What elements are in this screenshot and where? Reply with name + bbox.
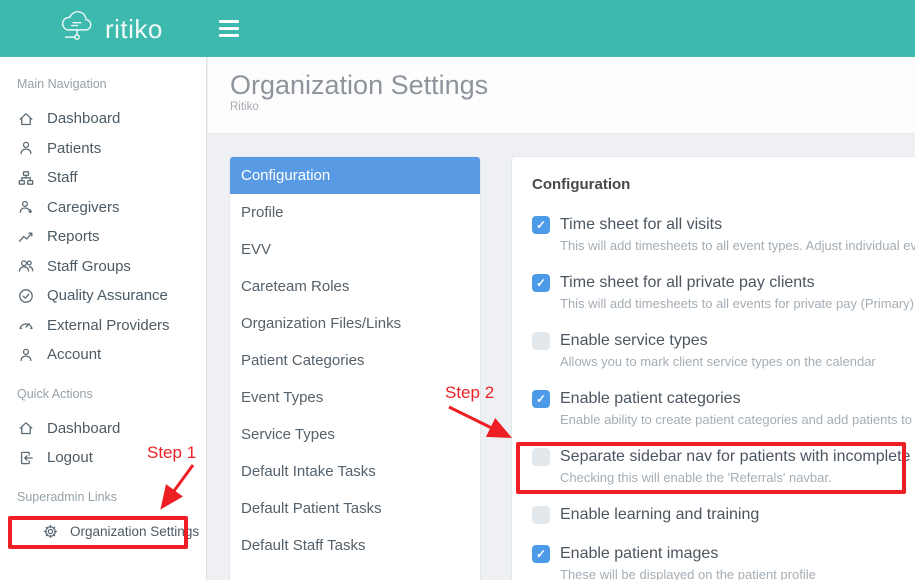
sidebar-item-label: Reports: [47, 228, 100, 245]
setting-label[interactable]: Enable patient categories: [560, 389, 741, 408]
sidebar-item-label: Patients: [47, 140, 101, 157]
setting-help-text: Allows you to mark client service types …: [560, 354, 915, 369]
checkbox[interactable]: [532, 274, 550, 292]
setting-help-text: These will be displayed on the patient p…: [560, 567, 915, 580]
sidebar-item-patients[interactable]: Patients: [0, 134, 206, 164]
sidebar: Main Navigation Dashboard Patients Staff: [0, 57, 207, 580]
settings-menu-item-service-types[interactable]: Service Types: [230, 416, 480, 453]
users-icon: [17, 258, 34, 275]
sidebar-item-label: Account: [47, 346, 101, 363]
setting-help-text: This will add timesheets to all events f…: [560, 296, 915, 311]
sitemap-icon: [17, 169, 34, 186]
settings-menu-item-evv[interactable]: EVV: [230, 231, 480, 268]
checkbox[interactable]: [532, 216, 550, 234]
logo[interactable]: ritiko: [56, 8, 163, 50]
configuration-panel-title: Configuration: [532, 175, 915, 195]
hamburger-icon[interactable]: [219, 20, 239, 37]
setting-row-enable-learning-training: Enable learning and training: [532, 505, 915, 524]
settings-menu-item-default-intake-tasks[interactable]: Default Intake Tasks: [230, 453, 480, 490]
setting-label[interactable]: Time sheet for all visits: [560, 215, 722, 234]
sidebar-item-label: External Providers: [47, 317, 170, 334]
content-area: Configuration Profile EVV Careteam Roles…: [208, 134, 915, 580]
logout-icon: [17, 449, 34, 466]
page-subtitle: Ritiko: [230, 101, 915, 113]
sidebar-section-label: Superadmin Links: [17, 490, 206, 504]
settings-menu-item-default-staff-tasks[interactable]: Default Staff Tasks: [230, 527, 480, 564]
sidebar-item-label: Caregivers: [47, 199, 120, 216]
user-icon: [17, 140, 34, 157]
sidebar-item-label: Organization Settings: [70, 524, 199, 539]
checkbox[interactable]: [532, 506, 550, 524]
settings-menu-item-profile[interactable]: Profile: [230, 194, 480, 231]
checkbox[interactable]: [532, 332, 550, 350]
sidebar-item-reports[interactable]: Reports: [0, 222, 206, 252]
sidebar-item-dashboard-quick[interactable]: Dashboard: [0, 414, 206, 444]
setting-help-text: This will add timesheets to all event ty…: [560, 238, 915, 253]
sidebar-section-label: Main Navigation: [17, 77, 206, 91]
settings-menu-item-organization-files-links[interactable]: Organization Files/Links: [230, 305, 480, 342]
app-window: ritiko Main Navigation Dashboard Patient…: [0, 0, 915, 580]
settings-menu-item-patient-categories[interactable]: Patient Categories: [230, 342, 480, 379]
setting-label[interactable]: Separate sidebar nav for patients with i…: [560, 447, 915, 466]
sidebar-item-label: Staff Groups: [47, 258, 131, 275]
configuration-panel: Configuration Time sheet for all visits …: [511, 156, 915, 580]
chart-line-icon: [17, 228, 34, 245]
sidebar-section-main-navigation: Main Navigation Dashboard Patients Staff: [0, 77, 206, 370]
setting-label[interactable]: Enable learning and training: [560, 505, 759, 524]
sidebar-item-label: Dashboard: [47, 110, 120, 127]
sidebar-section-quick-actions: Quick Actions Dashboard Logout: [0, 387, 206, 473]
page-title: Organization Settings: [230, 70, 915, 100]
setting-row-enable-service-types: Enable service types Allows you to mark …: [532, 331, 915, 369]
home-icon: [17, 110, 34, 127]
check-circle-icon: [17, 287, 34, 304]
settings-menu-item-default-patient-tasks[interactable]: Default Patient Tasks: [230, 490, 480, 527]
home-icon: [17, 420, 34, 437]
setting-label[interactable]: Time sheet for all private pay clients: [560, 273, 815, 292]
logo-text: ritiko: [105, 14, 163, 45]
setting-help-text: Enable ability to create patient categor…: [560, 412, 915, 427]
setting-row-separate-sidebar-nav: Separate sidebar nav for patients with i…: [532, 447, 915, 485]
sidebar-item-caregivers[interactable]: Caregivers: [0, 193, 206, 223]
setting-help-text: Checking this will enable the 'Referrals…: [560, 470, 915, 485]
page-header: Organization Settings Ritiko: [208, 57, 915, 134]
sidebar-item-quality-assurance[interactable]: Quality Assurance: [0, 281, 206, 311]
cloud-network-icon: [56, 7, 98, 52]
sidebar-item-label: Dashboard: [47, 420, 120, 437]
settings-menu: Configuration Profile EVV Careteam Roles…: [229, 156, 481, 580]
sidebar-item-label: Staff: [47, 169, 78, 186]
setting-label[interactable]: Enable service types: [560, 331, 708, 350]
user-arrow-icon: [17, 199, 34, 216]
sidebar-item-staff[interactable]: Staff: [0, 163, 206, 193]
setting-row-timesheet-private-pay: Time sheet for all private pay clients T…: [532, 273, 915, 311]
settings-menu-item-careteam-roles[interactable]: Careteam Roles: [230, 268, 480, 305]
user-icon: [17, 346, 34, 363]
setting-row-timesheet-all-visits: Time sheet for all visits This will add …: [532, 215, 915, 253]
settings-menu-item-event-types[interactable]: Event Types: [230, 379, 480, 416]
sidebar-item-label: Quality Assurance: [47, 287, 168, 304]
sidebar-item-label: Logout: [47, 449, 93, 466]
sidebar-item-external-providers[interactable]: External Providers: [0, 311, 206, 341]
checkbox[interactable]: [532, 448, 550, 466]
setting-label[interactable]: Enable patient images: [560, 544, 718, 563]
settings-menu-item-configuration[interactable]: Configuration: [230, 157, 480, 194]
sidebar-item-dashboard[interactable]: Dashboard: [0, 104, 206, 134]
sidebar-section-superadmin-links: Superadmin Links Organization Settings: [0, 490, 206, 547]
checkbox[interactable]: [532, 545, 550, 563]
gear-icon: [42, 523, 59, 540]
main-content: Organization Settings Ritiko Configurati…: [208, 57, 915, 580]
top-navbar: ritiko: [0, 0, 915, 57]
checkbox[interactable]: [532, 390, 550, 408]
sidebar-item-staff-groups[interactable]: Staff Groups: [0, 252, 206, 282]
sidebar-section-label: Quick Actions: [17, 387, 206, 401]
gauge-icon: [17, 317, 34, 334]
sidebar-item-logout[interactable]: Logout: [0, 443, 206, 473]
sidebar-item-account[interactable]: Account: [0, 340, 206, 370]
setting-row-enable-patient-images: Enable patient images These will be disp…: [532, 544, 915, 580]
setting-row-enable-patient-categories: Enable patient categories Enable ability…: [532, 389, 915, 427]
sidebar-item-organization-settings[interactable]: Organization Settings: [0, 517, 206, 547]
